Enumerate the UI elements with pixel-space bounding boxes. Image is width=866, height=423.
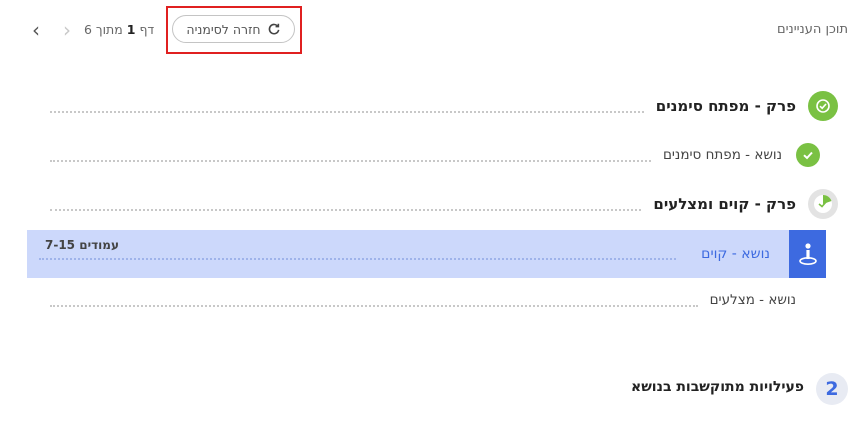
partial-status-icon bbox=[808, 189, 838, 219]
back-to-bookmark-button[interactable]: חזרה לסימניה bbox=[172, 15, 295, 43]
pages-range: עמודים 7-15 bbox=[45, 238, 119, 252]
toc-topic-2-1-active[interactable]: נושא - קוים עמודים 7-15 bbox=[27, 230, 826, 278]
dotted-leader bbox=[39, 258, 676, 260]
chapter-label: פרק - קוים ומצלעים bbox=[653, 195, 796, 213]
topic-label: נושא - קוים bbox=[701, 246, 770, 262]
topic-label: נושא - מצלעים bbox=[709, 292, 796, 308]
page-current: 1 bbox=[126, 22, 136, 37]
dotted-leader bbox=[50, 160, 651, 162]
dotted-leader bbox=[50, 209, 642, 211]
chevron-left-icon: ‹ bbox=[32, 18, 40, 42]
chapter-label: פרק - מפתח סימנים bbox=[655, 97, 796, 115]
checkmark-icon bbox=[816, 99, 830, 113]
prev-page-button[interactable]: ‹ bbox=[25, 18, 47, 42]
complete-status-icon bbox=[808, 91, 838, 121]
toc-chapter-1[interactable]: פרק - מפתח סימנים bbox=[38, 91, 838, 121]
page-of: מתוך 6 bbox=[84, 22, 123, 37]
toc-topic-1-1[interactable]: נושא - מפתח סימנים bbox=[38, 143, 838, 167]
back-to-bookmark-label: חזרה לסימניה bbox=[186, 21, 261, 37]
section-number-badge: 2 bbox=[816, 373, 848, 405]
dotted-leader bbox=[50, 305, 698, 307]
dotted-leader bbox=[50, 111, 644, 113]
current-location-icon bbox=[789, 230, 826, 278]
related-activities-title[interactable]: פעילויות מתוקשבות בנושא bbox=[631, 379, 804, 395]
progress-pie-icon bbox=[814, 194, 832, 213]
toc-title: תוכן העניינים bbox=[776, 22, 848, 37]
checkmark-icon bbox=[803, 151, 813, 160]
next-page-button[interactable]: › bbox=[56, 18, 78, 42]
complete-status-icon bbox=[796, 143, 820, 167]
chevron-right-icon: › bbox=[63, 18, 71, 42]
toc-topic-2-2[interactable]: נושא - מצלעים bbox=[38, 292, 838, 308]
page-indicator: דף 1 מתוך 6 bbox=[84, 22, 154, 37]
refresh-icon bbox=[268, 23, 280, 35]
toc-chapter-2[interactable]: פרק - קוים ומצלעים bbox=[38, 189, 838, 219]
page-prefix: דף bbox=[139, 22, 155, 37]
topic-label: נושא - מפתח סימנים bbox=[662, 147, 782, 163]
